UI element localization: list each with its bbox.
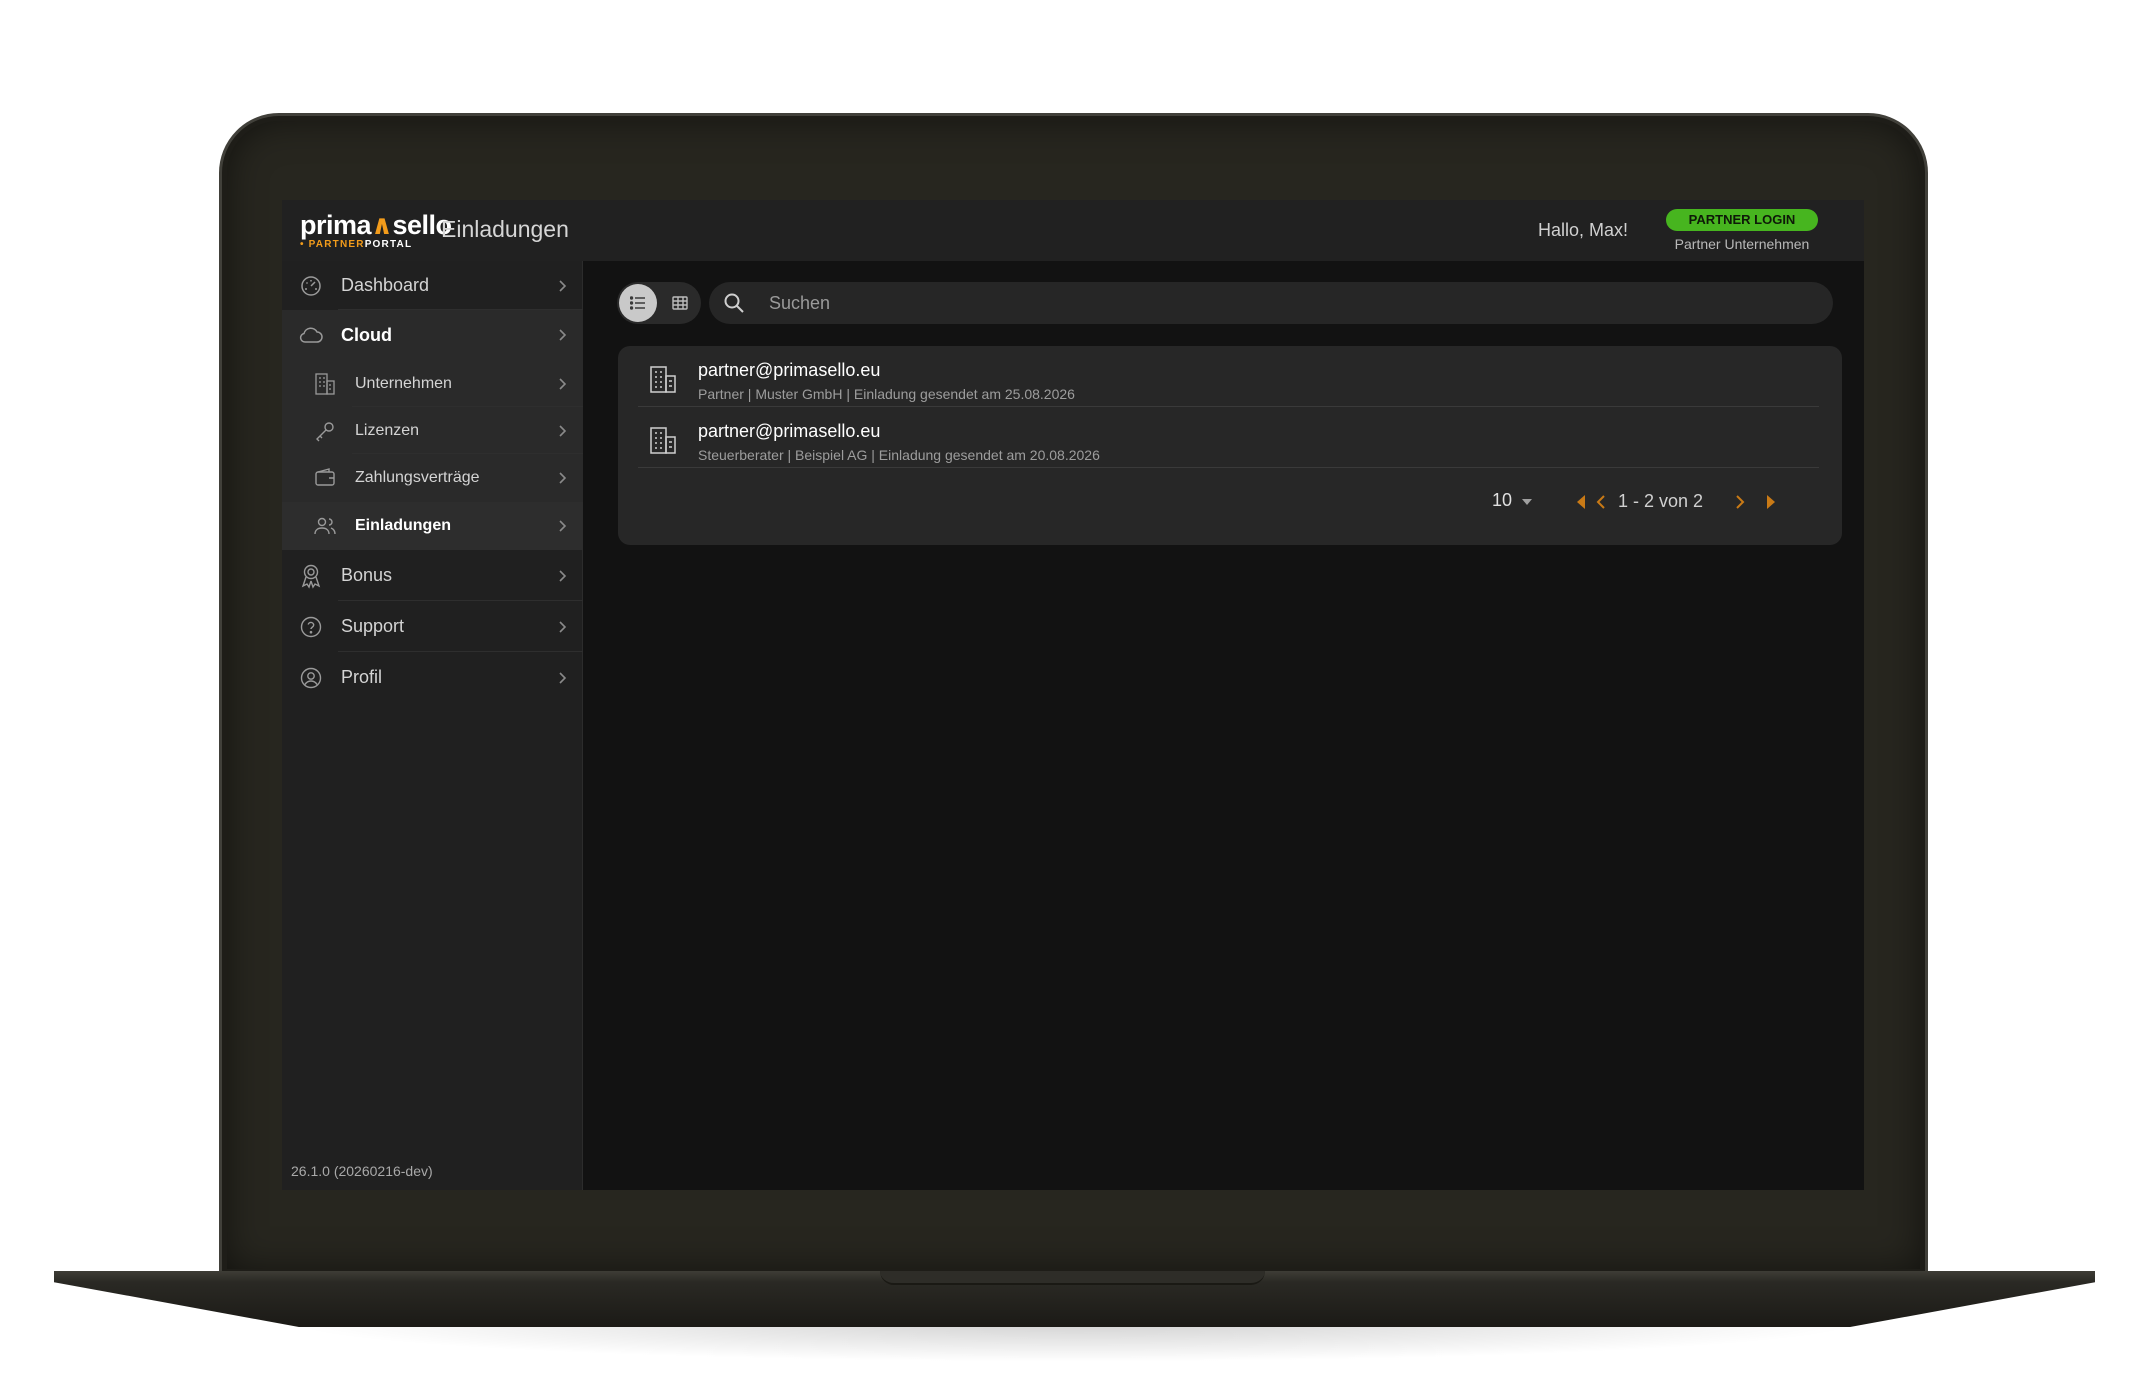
chevron-right-icon (559, 620, 567, 633)
next-page-button[interactable] (1730, 490, 1750, 514)
invitation-email: partner@primasello.eu (698, 421, 881, 441)
first-page-button[interactable] (1571, 490, 1591, 514)
primasello-logo[interactable]: prima∧sello • PARTNERPORTAL (300, 210, 452, 251)
help-circle-icon (298, 614, 324, 640)
chevron-right-icon (559, 424, 567, 437)
page-size-select[interactable]: 10 (1492, 490, 1512, 511)
partner-login-badge[interactable]: PARTNER LOGIN (1666, 209, 1818, 231)
table-view-button[interactable] (661, 284, 699, 322)
sidebar-item-dashboard[interactable]: Dashboard (282, 261, 583, 310)
chevron-right-icon (559, 329, 567, 341)
sidebar-item-label: Lizenzen (355, 421, 420, 439)
speedometer-icon (298, 273, 324, 299)
first-page-icon (1577, 495, 1585, 509)
sidebar-item-label: Zahlungsverträge (355, 469, 480, 486)
logo-sub-accent: • PARTNER (300, 239, 365, 250)
table-icon (672, 296, 688, 310)
search-bar (709, 282, 1833, 324)
previous-page-button[interactable] (1591, 490, 1611, 514)
logo-wordmark: prima∧sello (300, 210, 452, 240)
list-item[interactable]: partner@primasello.eu Steuerberater | Be… (638, 407, 1819, 468)
invitation-meta: Partner | Muster GmbH | Einladung gesend… (698, 386, 1075, 402)
chevron-right-icon (559, 377, 567, 390)
logo-accent: ∧ (371, 210, 393, 240)
page-title: Einladungen (441, 216, 569, 242)
chevron-right-icon (559, 671, 567, 684)
sidebar-item-einladungen[interactable]: Einladungen (282, 502, 583, 550)
logo-part: prima (300, 210, 372, 240)
search-icon (724, 293, 744, 313)
award-icon (298, 563, 324, 589)
invitations-card: partner@primasello.eu Partner | Muster G… (618, 346, 1842, 545)
chevron-right-icon (559, 520, 567, 532)
sidebar-item-label: Cloud (341, 324, 392, 345)
sidebar-item-label: Profil (341, 667, 383, 687)
chevron-right-icon (559, 569, 567, 582)
user-circle-icon (298, 665, 324, 691)
last-page-icon (1767, 495, 1775, 509)
chevron-left-icon (1596, 495, 1605, 509)
last-page-button[interactable] (1761, 490, 1781, 514)
sidebar-item-unternehmen[interactable]: Unternehmen (282, 360, 583, 407)
sidebar-item-support[interactable]: Support (282, 601, 583, 652)
invitation-meta: Steuerberater | Beispiel AG | Einladung … (698, 447, 1100, 463)
logo-sub-part: PORTAL (364, 239, 413, 250)
partner-company-name: Partner Unternehmen (1674, 236, 1810, 252)
list-icon (630, 296, 645, 310)
wallet-icon (312, 465, 338, 491)
users-icon (312, 513, 338, 539)
search-input[interactable] (769, 282, 1809, 324)
building-icon (650, 366, 676, 393)
building-icon (650, 427, 676, 454)
list-item[interactable]: partner@primasello.eu Partner | Muster G… (638, 346, 1819, 407)
top-bar: prima∧sello • PARTNERPORTAL Einladungen … (282, 200, 1864, 261)
invitation-email: partner@primasello.eu (698, 360, 881, 380)
sidebar-item-label: Support (341, 616, 405, 636)
sidebar-item-zahlungsvertraege[interactable]: Zahlungsverträge (282, 454, 583, 502)
building-icon (312, 371, 338, 397)
laptop-shadow (280, 1322, 1870, 1362)
logo-subtitle: • PARTNERPORTAL (300, 239, 420, 250)
sidebar-item-label: Unternehmen (355, 374, 452, 392)
sidebar-item-lizenzen[interactable]: Lizenzen (282, 407, 583, 454)
sidebar-item-bonus[interactable]: Bonus (282, 550, 583, 601)
caret-down-icon[interactable] (1522, 499, 1532, 505)
app-screen: prima∧sello • PARTNERPORTAL Einladungen … (282, 200, 1864, 1190)
app-version: 26.1.0 (20260216-dev) (291, 1163, 433, 1179)
laptop-notch (880, 1271, 1265, 1285)
chevron-right-icon (559, 279, 567, 292)
key-icon (312, 418, 338, 444)
sidebar: Dashboard Cloud Unternehmen Lizenzen Zah… (282, 261, 583, 1190)
sidebar-item-cloud[interactable]: Cloud (282, 310, 583, 360)
user-greeting: Hallo, Max! (1538, 220, 1629, 240)
sidebar-item-label: Einladungen (355, 517, 451, 534)
sidebar-item-label: Dashboard (341, 275, 430, 295)
chevron-right-icon (1736, 495, 1745, 509)
cloud-icon (298, 322, 324, 348)
chevron-right-icon (559, 472, 567, 484)
sidebar-item-label: Bonus (341, 565, 393, 585)
page-range: 1 - 2 von 2 (1618, 491, 1704, 511)
view-toggle (617, 282, 701, 324)
list-view-button[interactable] (619, 284, 657, 322)
sidebar-item-profil[interactable]: Profil (282, 652, 583, 703)
